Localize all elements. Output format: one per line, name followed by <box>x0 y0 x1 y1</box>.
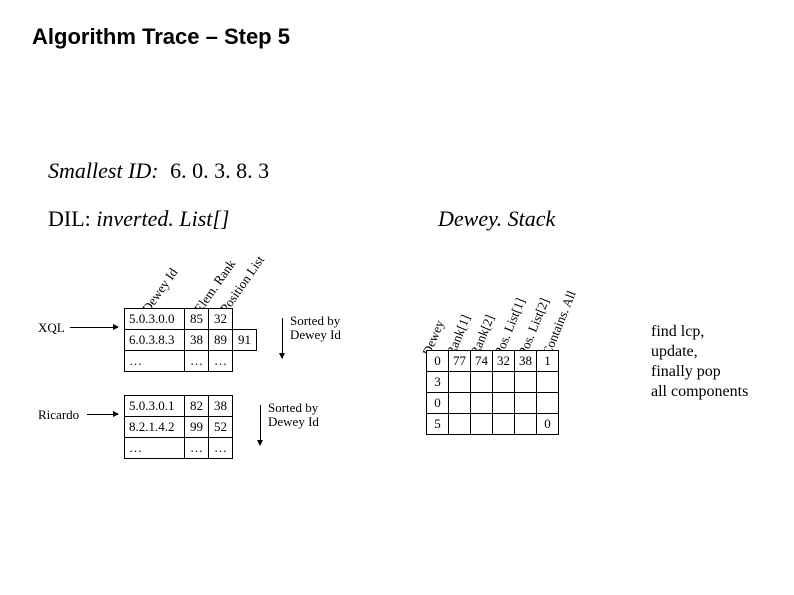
table-row: 8.2.1.4.2 99 52 <box>125 417 233 438</box>
smallest-id-line: Smallest ID: 6. 0. 3. 8. 3 <box>48 158 269 184</box>
cell: … <box>209 438 233 459</box>
smallest-id-value: 6. 0. 3. 8. 3 <box>170 158 269 183</box>
dil-label: DIL: inverted. List[] <box>48 206 230 232</box>
cell: 5 <box>427 414 449 435</box>
cell <box>515 393 537 414</box>
xql-sorted-label: Sorted by Dewey Id <box>290 314 341 343</box>
xql-table: 5.0.3.0.0 85 32 6.0.3.8.3 38 89 91 … … … <box>124 308 257 372</box>
cell: 3 <box>427 372 449 393</box>
ricardo-table: 5.0.3.0.1 82 38 8.2.1.4.2 99 52 … … … <box>124 395 233 459</box>
cell <box>493 393 515 414</box>
cell: 38 <box>515 351 537 372</box>
ricardo-row-label: Ricardo <box>38 407 79 423</box>
cell <box>471 372 493 393</box>
cell: 77 <box>449 351 471 372</box>
dil-prefix: DIL: <box>48 206 91 231</box>
ricardo-sort-arrow-icon <box>260 405 261 445</box>
cell <box>471 393 493 414</box>
cell <box>233 309 257 330</box>
note-line-4: all components <box>651 383 748 400</box>
cell: 0 <box>537 414 559 435</box>
cell: 0 <box>427 351 449 372</box>
dil-diagram: Dewey Id Elem. Rank Position List XQL 5.… <box>38 260 408 470</box>
cell <box>515 372 537 393</box>
ricardo-sorted-label: Sorted by Dewey Id <box>268 401 319 430</box>
cell <box>449 393 471 414</box>
cell: 6.0.3.8.3 <box>125 330 185 351</box>
cell: 5.0.3.0.0 <box>125 309 185 330</box>
note-line-2: update, <box>651 343 698 360</box>
cell: … <box>209 351 233 372</box>
cell: 0 <box>427 393 449 414</box>
cell: 91 <box>233 330 257 351</box>
dewey-stack-table: 0 77 74 32 38 1 3 0 5 <box>426 350 559 435</box>
dewey-stack-label: Dewey. Stack <box>438 206 555 232</box>
cell: … <box>185 351 209 372</box>
cell <box>537 372 559 393</box>
cell <box>493 372 515 393</box>
sorted-key-text: Dewey Id <box>268 414 319 429</box>
cell <box>537 393 559 414</box>
xql-arrow-icon <box>70 327 118 328</box>
cell: 5.0.3.0.1 <box>125 396 185 417</box>
xql-row-label: XQL <box>38 320 65 336</box>
dil-rest: inverted. List[] <box>96 206 229 231</box>
smallest-id-label: Smallest ID: <box>48 158 159 183</box>
cell: 85 <box>185 309 209 330</box>
cell: 52 <box>209 417 233 438</box>
cell: 38 <box>209 396 233 417</box>
table-row: 5.0.3.0.0 85 32 <box>125 309 257 330</box>
xql-sort-arrow-icon <box>282 318 283 358</box>
side-note: find lcp, update, finally pop all compon… <box>651 322 748 402</box>
note-line-1: find lcp, <box>651 323 704 340</box>
cell: … <box>125 438 185 459</box>
table-row: 3 <box>427 372 559 393</box>
cell <box>515 414 537 435</box>
table-row: 0 77 74 32 38 1 <box>427 351 559 372</box>
cell <box>449 414 471 435</box>
sorted-by-text: Sorted by <box>268 400 318 415</box>
table-row: 5.0.3.0.1 82 38 <box>125 396 233 417</box>
cell: 32 <box>493 351 515 372</box>
page-title: Algorithm Trace – Step 5 <box>32 24 290 50</box>
sorted-key-text: Dewey Id <box>290 327 341 342</box>
cell <box>449 372 471 393</box>
cell <box>233 351 257 372</box>
table-row: … … … <box>125 351 257 372</box>
table-row: … … … <box>125 438 233 459</box>
cell: 8.2.1.4.2 <box>125 417 185 438</box>
cell <box>471 414 493 435</box>
cell: 38 <box>185 330 209 351</box>
table-row: 0 <box>427 393 559 414</box>
cell: 99 <box>185 417 209 438</box>
cell: 1 <box>537 351 559 372</box>
ricardo-arrow-icon <box>87 414 118 415</box>
cell: 82 <box>185 396 209 417</box>
table-row: 5 0 <box>427 414 559 435</box>
dewey-stack-diagram: Dewey Rank[1] Rank[2] Pos. List[1] Pos. … <box>424 260 634 460</box>
cell: … <box>125 351 185 372</box>
cell: … <box>185 438 209 459</box>
cell: 89 <box>209 330 233 351</box>
table-row: 6.0.3.8.3 38 89 91 <box>125 330 257 351</box>
sorted-by-text: Sorted by <box>290 313 340 328</box>
cell: 74 <box>471 351 493 372</box>
cell: 32 <box>209 309 233 330</box>
note-line-3: finally pop <box>651 363 721 380</box>
cell <box>493 414 515 435</box>
